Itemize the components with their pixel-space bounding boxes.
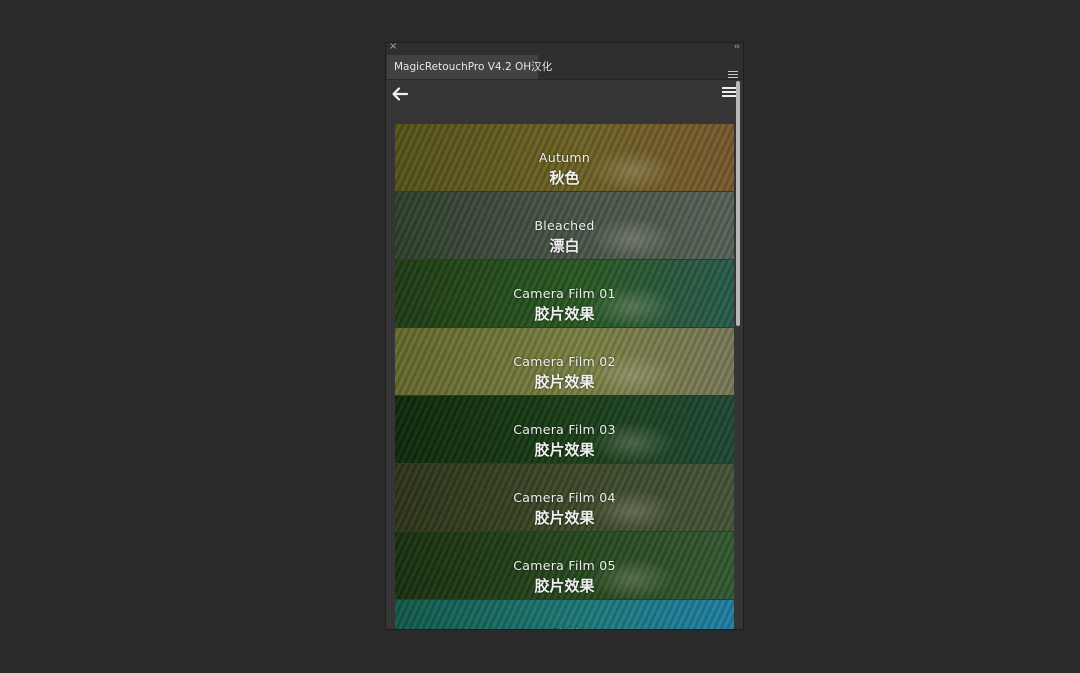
panel-close-icon[interactable]: × <box>389 43 397 53</box>
preset-name-en: Chill <box>395 626 734 629</box>
panel-tab-magicretouchpro[interactable]: MagicRetouchPro V4.2 OH汉化 <box>387 55 552 79</box>
panel-collapse-icon[interactable]: ‹‹ <box>734 43 740 53</box>
preset-list: Autumn 秋色 Bleached 漂白 Camera Film 01 胶片效果 Came… <box>395 124 735 629</box>
preset-item[interactable]: Camera Film 03 胶片效果 <box>395 396 734 463</box>
preset-name-en: Bleached <box>534 218 595 233</box>
preset-name-en: Camera Film 05 <box>513 558 616 573</box>
preset-item[interactable]: Bleached 漂白 <box>395 192 734 259</box>
preset-name-zh: 胶片效果 <box>534 509 595 527</box>
preset-name-zh: 胶片效果 <box>534 441 595 459</box>
preset-item[interactable]: Camera Film 02 胶片效果 <box>395 328 734 395</box>
preset-name-zh: 胶片效果 <box>534 373 595 391</box>
preset-name-en: Camera Film 02 <box>513 354 616 369</box>
preset-item[interactable]: Camera Film 05 胶片效果 <box>395 532 734 599</box>
arrow-left-icon[interactable] <box>391 85 409 103</box>
panel-content: Autumn 秋色 Bleached 漂白 Camera Film 01 胶片效果 Came… <box>386 80 743 629</box>
preset-name-en: Camera Film 04 <box>513 490 616 505</box>
preset-item[interactable]: Autumn 秋色 <box>395 124 734 191</box>
magic-retouch-panel: × ‹‹ MagicRetouchPro V4.2 OH汉化 Autumn 秋色 B… <box>385 42 744 630</box>
scrollbar[interactable] <box>735 80 741 629</box>
preset-item[interactable]: Camera Film 01 胶片效果 <box>395 260 734 327</box>
scrollbar-thumb[interactable] <box>736 81 740 326</box>
preset-name-en: Autumn <box>538 150 591 165</box>
preset-item[interactable]: Camera Film 04 胶片效果 <box>395 464 734 531</box>
preset-name-zh: 胶片效果 <box>534 305 595 323</box>
panel-title-bar: × ‹‹ <box>386 43 743 54</box>
preset-item[interactable]: Chill <box>395 600 734 629</box>
preset-name-zh: 秋色 <box>549 169 580 187</box>
preset-name-en: Camera Film 01 <box>513 286 616 301</box>
panel-menu-icon[interactable] <box>728 71 738 79</box>
preset-name-zh: 漂白 <box>549 237 580 255</box>
preset-name-zh: 胶片效果 <box>534 577 595 595</box>
panel-tab-bar: MagicRetouchPro V4.2 OH汉化 <box>386 54 743 80</box>
preset-name-en: Camera Film 03 <box>513 422 616 437</box>
